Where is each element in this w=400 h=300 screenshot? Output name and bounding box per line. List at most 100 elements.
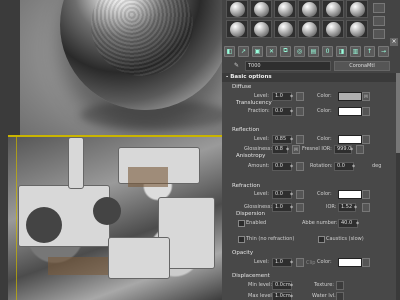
refraction-ior-map-button[interactable] (362, 203, 370, 212)
material-slot[interactable] (226, 20, 248, 38)
sample-sphere-icon (325, 1, 341, 17)
go-to-parent-icon[interactable]: ↑ (364, 45, 375, 57)
anisotropy-amount-label: Amount: (248, 163, 270, 169)
spinner-icon[interactable]: ◆ (290, 190, 294, 197)
spinner-icon[interactable]: ◆ (290, 203, 294, 210)
material-slot[interactable] (274, 20, 296, 38)
opacity-color-map-button[interactable] (362, 258, 370, 267)
material-slot[interactable] (226, 0, 248, 18)
rollout-scrollbar[interactable] (396, 73, 400, 300)
background-icon[interactable] (373, 3, 385, 13)
fraction-input[interactable]: 0.0 (272, 107, 292, 116)
fresnel-map-button[interactable] (356, 145, 364, 154)
material-name-input[interactable]: T000 (245, 61, 331, 71)
engine-pulley (26, 207, 62, 243)
material-slot[interactable] (298, 0, 320, 18)
spinner-icon[interactable]: ◆ (290, 292, 294, 299)
anisotropy-title: Anisotropy (236, 153, 266, 159)
reflection-level-input[interactable]: 0.85 (272, 135, 292, 144)
material-slot[interactable] (250, 20, 272, 38)
abbe-number-input[interactable]: 40.0 (338, 219, 358, 228)
diffuse-color-swatch[interactable] (338, 92, 362, 101)
displacement-texture-button[interactable] (336, 281, 344, 290)
spinner-icon[interactable]: ◆ (290, 258, 294, 265)
material-slot[interactable] (322, 0, 344, 18)
rollout-header[interactable]: - Basic options (222, 73, 400, 82)
material-slot[interactable] (250, 0, 272, 18)
spinner-icon[interactable]: ◆ (354, 203, 358, 210)
material-id-icon[interactable]: 0 (322, 45, 333, 57)
rotation-unit-label: deg (372, 163, 382, 169)
spinner-icon[interactable]: ◆ (350, 145, 354, 152)
rollout-title: Basic options (230, 74, 272, 80)
opacity-color-swatch[interactable] (338, 258, 362, 267)
material-slot[interactable] (322, 20, 344, 38)
thin-checkbox[interactable] (238, 236, 245, 243)
refraction-color-label: Color: (317, 191, 332, 197)
scrollbar-thumb[interactable] (396, 73, 400, 153)
refraction-color-map-button[interactable] (362, 190, 370, 199)
sample-sphere-icon (325, 21, 341, 37)
slot-side-toolbar (372, 0, 386, 40)
put-to-scene-icon[interactable]: ↗ (238, 45, 249, 57)
refraction-level-map-button[interactable] (296, 190, 304, 199)
anisotropy-amount-input[interactable]: 0.0 (272, 162, 292, 171)
diffuse-level-map-button[interactable] (296, 92, 304, 101)
opacity-level-input[interactable]: 1.0 (272, 258, 292, 267)
assign-material-icon[interactable]: ▣ (252, 45, 263, 57)
reflection-color-swatch[interactable] (338, 135, 362, 144)
refraction-level-input[interactable]: 0.0 (272, 190, 292, 199)
caustics-checkbox[interactable] (318, 236, 325, 243)
put-to-library-icon[interactable]: ▤ (308, 45, 319, 57)
get-material-icon[interactable]: ◧ (224, 45, 235, 57)
sample-uv-icon[interactable] (373, 16, 385, 26)
spinner-icon[interactable]: ◆ (286, 145, 290, 152)
spinner-icon[interactable]: ◆ (290, 135, 294, 142)
translucency-color-swatch[interactable] (338, 107, 362, 116)
options-icon[interactable] (373, 29, 385, 39)
spinner-icon[interactable]: ◆ (352, 162, 356, 169)
displacement-section-title: Displacement (232, 273, 270, 279)
material-preview-viewport[interactable] (20, 0, 222, 136)
refraction-color-swatch[interactable] (338, 190, 362, 199)
material-slots (226, 0, 374, 40)
material-slot[interactable] (346, 20, 368, 38)
copy-material-icon[interactable]: ⧉ (280, 45, 291, 57)
refraction-glossiness-input[interactable]: 1.0 (272, 203, 292, 212)
reset-icon[interactable]: ✕ (266, 45, 277, 57)
reflection-level-map-button[interactable] (296, 135, 304, 144)
show-end-result-icon[interactable]: ▥ (350, 45, 361, 57)
material-slot[interactable] (298, 20, 320, 38)
spinner-icon[interactable]: ◆ (356, 219, 360, 226)
go-forward-icon[interactable]: → (378, 45, 389, 57)
spinner-icon[interactable]: ◆ (290, 92, 294, 99)
make-unique-icon[interactable]: ◎ (294, 45, 305, 57)
opacity-level-map-button[interactable] (296, 258, 304, 267)
material-type-button[interactable]: CoronaMtl (334, 61, 390, 71)
water-level-input[interactable] (336, 292, 344, 300)
diffuse-color-map-button[interactable]: M (362, 92, 370, 101)
diffuse-level-input[interactable]: 1.0 (272, 92, 292, 101)
spinner-icon[interactable]: ◆ (290, 281, 294, 288)
translucency-color-map-button[interactable] (362, 107, 370, 116)
sample-sphere-icon (301, 21, 317, 37)
material-slot[interactable] (274, 0, 296, 18)
sample-sphere-icon (229, 1, 245, 17)
spinner-icon[interactable]: ◆ (290, 162, 294, 169)
translucency-title: Translucency (236, 100, 272, 106)
dispersion-enabled-checkbox[interactable] (238, 220, 245, 227)
sample-sphere-icon (301, 1, 317, 17)
viewport-area[interactable] (0, 0, 222, 300)
refraction-glossiness-map-button[interactable] (296, 203, 304, 212)
spinner-icon[interactable]: ◆ (290, 107, 294, 114)
eyedropper-icon[interactable]: ✎ (234, 62, 242, 70)
glossiness-map-button[interactable]: M (292, 145, 300, 154)
material-slot[interactable] (346, 0, 368, 18)
show-in-viewport-icon[interactable]: ◨ (336, 45, 347, 57)
anisotropy-amount-map-button[interactable] (296, 162, 304, 171)
fraction-map-button[interactable] (296, 107, 304, 116)
anisotropy-rotation-input[interactable]: 0.0 (334, 162, 354, 171)
sample-sphere-icon (253, 1, 269, 17)
engine-render-viewport[interactable] (8, 137, 222, 300)
reflection-color-map-button[interactable] (362, 135, 370, 144)
